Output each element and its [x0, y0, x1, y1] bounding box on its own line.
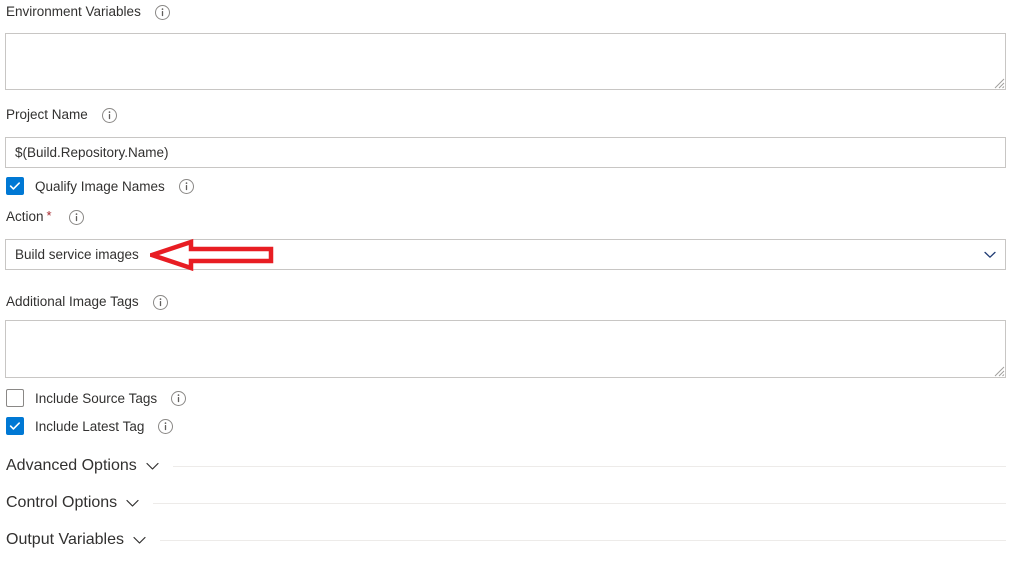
qualify-image-names-checkbox-row[interactable]: Qualify Image Names	[6, 175, 194, 197]
action-select[interactable]: Build service images	[5, 239, 1006, 270]
qualify-image-names-checkbox[interactable]	[6, 177, 24, 195]
label-text: Project Name	[6, 107, 88, 122]
chevron-down-icon[interactable]	[146, 462, 159, 471]
project-name-label: Project Name	[0, 103, 406, 127]
include-latest-tag-checkbox-row[interactable]: Include Latest Tag	[6, 415, 174, 437]
info-icon[interactable]	[68, 209, 84, 225]
info-icon[interactable]	[152, 294, 168, 310]
required-indicator: *	[46, 207, 52, 223]
info-icon[interactable]	[178, 178, 194, 194]
qualify-image-names-label: Qualify Image Names	[35, 178, 165, 194]
environment-variables-label: Environment Variables	[0, 0, 406, 24]
chevron-down-icon[interactable]	[126, 499, 139, 508]
chevron-down-icon[interactable]	[975, 251, 1005, 259]
label-text: Environment Variables	[6, 4, 141, 19]
info-icon[interactable]	[101, 107, 117, 123]
action-select-value: Build service images	[15, 247, 139, 262]
include-source-tags-checkbox[interactable]	[6, 389, 24, 407]
section-title: Output Variables	[6, 531, 124, 548]
section-divider	[153, 502, 1006, 504]
section-title: Control Options	[6, 494, 118, 511]
project-name-input[interactable]	[5, 137, 1006, 168]
info-icon[interactable]	[171, 390, 187, 406]
info-icon[interactable]	[158, 418, 174, 434]
section-title: Advanced Options	[6, 457, 137, 474]
action-label: Action *	[0, 205, 406, 229]
section-control-options[interactable]: Control Options	[6, 490, 1006, 516]
additional-image-tags-input[interactable]	[5, 320, 1006, 378]
include-source-tags-label: Include Source Tags	[35, 390, 158, 406]
checkmark-icon	[9, 422, 20, 430]
section-advanced-options[interactable]: Advanced Options	[6, 453, 1006, 479]
include-latest-tag-checkbox[interactable]	[6, 417, 24, 435]
label-text: Additional Image Tags	[6, 294, 139, 309]
chevron-down-icon[interactable]	[133, 536, 146, 545]
include-latest-tag-label: Include Latest Tag	[35, 418, 145, 434]
task-settings-form: Environment Variables Project Name Q	[0, 0, 1024, 573]
section-divider	[172, 465, 1006, 467]
environment-variables-input[interactable]	[5, 33, 1006, 90]
section-divider	[160, 539, 1006, 541]
additional-image-tags-label: Additional Image Tags	[0, 290, 406, 314]
section-output-variables[interactable]: Output Variables	[6, 527, 1006, 553]
label-text: Action	[6, 209, 44, 224]
info-icon[interactable]	[154, 4, 170, 20]
include-source-tags-checkbox-row[interactable]: Include Source Tags	[6, 387, 187, 409]
checkmark-icon	[9, 182, 20, 190]
